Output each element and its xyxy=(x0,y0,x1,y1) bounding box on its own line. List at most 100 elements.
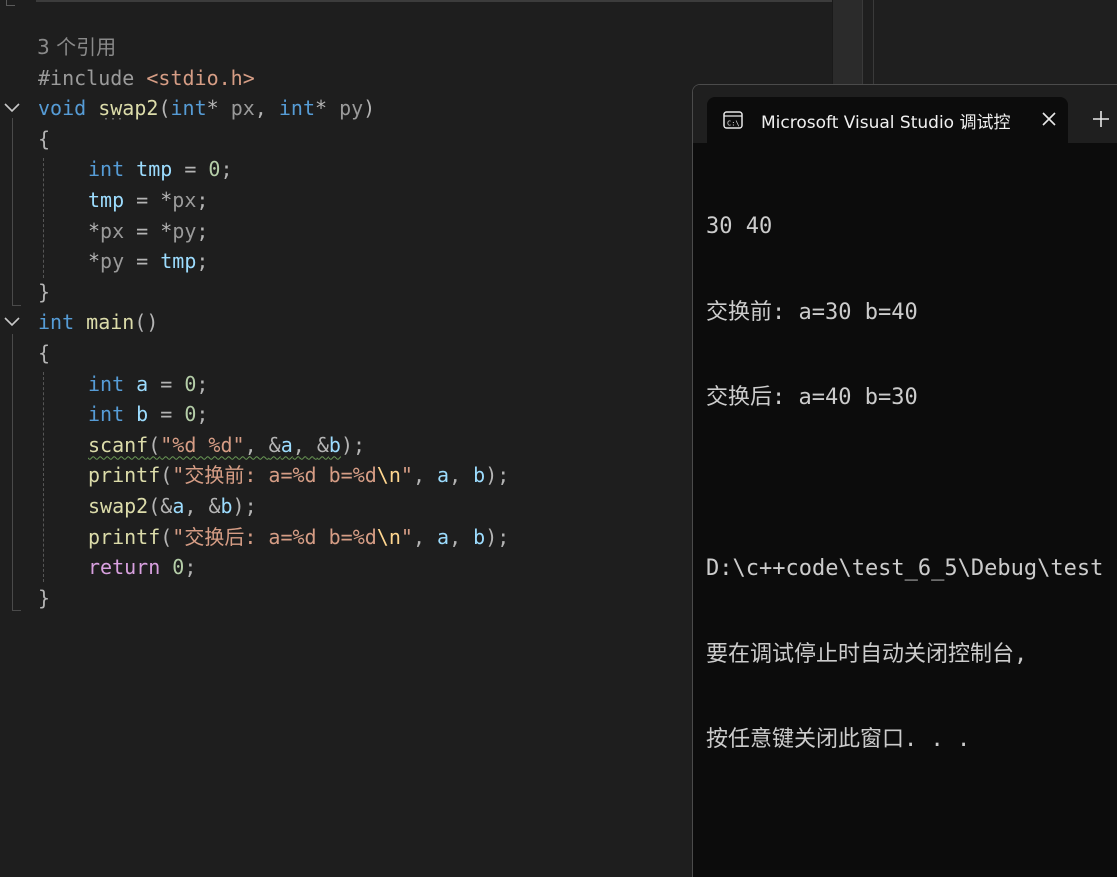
token: a xyxy=(172,493,185,518)
token: ; xyxy=(196,249,209,274)
token: void xyxy=(38,96,87,121)
brace-open: { xyxy=(38,340,51,365)
token: b xyxy=(473,524,486,549)
token: py xyxy=(327,96,364,121)
codelens-references[interactable]: 3 个引用 xyxy=(37,32,116,63)
token: tmp xyxy=(160,249,197,274)
token: b xyxy=(328,432,341,457)
token: , xyxy=(184,493,209,518)
console-line: 按任意键关闭此窗口. . . xyxy=(706,727,971,752)
token: 0 xyxy=(184,402,197,427)
token: ) xyxy=(363,96,376,121)
plus-icon[interactable] xyxy=(1091,109,1111,129)
token: ( xyxy=(160,463,173,488)
token: * xyxy=(160,218,173,243)
token: , xyxy=(254,96,279,121)
token: * xyxy=(160,187,173,212)
token: , xyxy=(244,432,269,457)
token: " xyxy=(400,463,413,488)
token: ; xyxy=(196,402,209,427)
token: * xyxy=(315,96,328,121)
token: px xyxy=(100,218,125,243)
console-line: D:\c++code\test_6_5\Debug\test xyxy=(706,556,1104,581)
editor-corner-mark xyxy=(6,0,15,6)
brace-open: { xyxy=(38,126,51,151)
warning-squiggle[interactable]: scanf("%d %d", &a, &b xyxy=(88,433,341,457)
token: py xyxy=(100,249,125,274)
token: 0 xyxy=(160,555,185,580)
token: int xyxy=(88,157,125,182)
token: , xyxy=(412,463,438,488)
token: , xyxy=(412,524,438,549)
token: = xyxy=(148,371,185,396)
svg-text:C:\: C:\ xyxy=(727,120,740,128)
include-directive: #include xyxy=(38,65,135,90)
token: = xyxy=(172,157,209,182)
brace-close: } xyxy=(38,585,51,610)
token: tmp xyxy=(88,187,125,212)
close-icon[interactable] xyxy=(1039,109,1059,129)
chevron-down-icon[interactable] xyxy=(3,307,20,337)
brace-close: } xyxy=(38,279,51,304)
token: int xyxy=(88,371,125,396)
editor-top-border xyxy=(36,0,832,2)
token: ; xyxy=(196,218,209,243)
token: & xyxy=(208,493,221,518)
token: ; xyxy=(196,187,209,212)
token: 0 xyxy=(184,371,197,396)
debug-console-window[interactable]: C:\ Microsoft Visual Studio 调试控 30 40 交换… xyxy=(692,84,1117,877)
token: scanf xyxy=(88,432,149,457)
token: printf xyxy=(88,524,161,549)
token: ); xyxy=(232,493,257,518)
token: & xyxy=(316,432,329,457)
token: a xyxy=(437,463,450,488)
token: & xyxy=(160,493,173,518)
chevron-down-icon[interactable] xyxy=(3,93,20,123)
token: ( xyxy=(148,432,161,457)
token: & xyxy=(268,432,281,457)
token: \n xyxy=(376,463,401,488)
token: , xyxy=(449,463,474,488)
token: ; xyxy=(196,371,209,396)
token: * xyxy=(88,218,101,243)
token: "交换后: a=%d b=%d xyxy=(172,524,377,549)
console-line: 要在调试停止时自动关闭控制台, xyxy=(706,641,1028,667)
console-line: 交换后: a=40 b=30 xyxy=(706,385,918,410)
token: px xyxy=(218,96,255,121)
token: ); xyxy=(485,463,510,488)
console-output: 30 40 交换前: a=30 b=40 交换后: a=40 b=30 D:\c… xyxy=(706,156,1117,812)
token: px xyxy=(172,187,197,212)
token: int xyxy=(170,96,207,121)
token: int xyxy=(88,402,125,427)
token: int xyxy=(278,96,315,121)
code-line: 3 个引用 xyxy=(0,32,832,63)
token: , xyxy=(449,524,474,549)
token: = xyxy=(124,218,161,243)
token: = xyxy=(148,402,185,427)
token: printf xyxy=(88,463,161,488)
token: " xyxy=(400,524,413,549)
console-tab[interactable]: C:\ Microsoft Visual Studio 调试控 xyxy=(707,97,1068,143)
token: int xyxy=(38,310,75,335)
token: * xyxy=(206,96,219,121)
token: = xyxy=(124,187,161,212)
token: "%d %d" xyxy=(160,432,245,457)
console-tab-title: Microsoft Visual Studio 调试控 xyxy=(761,113,1011,133)
token: = xyxy=(124,249,161,274)
console-tab-bar: C:\ Microsoft Visual Studio 调试控 xyxy=(693,85,1117,143)
token: ; xyxy=(220,157,233,182)
token: 0 xyxy=(208,157,221,182)
token: b xyxy=(473,463,486,488)
token: \n xyxy=(376,524,401,549)
token: a xyxy=(280,432,293,457)
token: b xyxy=(220,493,233,518)
console-app-icon: C:\ xyxy=(723,111,743,129)
token: a xyxy=(437,524,450,549)
token: a xyxy=(136,371,149,396)
include-header: <stdio.h> xyxy=(146,65,255,90)
console-line: 30 40 xyxy=(706,214,773,239)
token: swap2 xyxy=(88,493,149,518)
function-name: main xyxy=(86,310,135,335)
token: py xyxy=(172,218,197,243)
token: b xyxy=(136,402,149,427)
